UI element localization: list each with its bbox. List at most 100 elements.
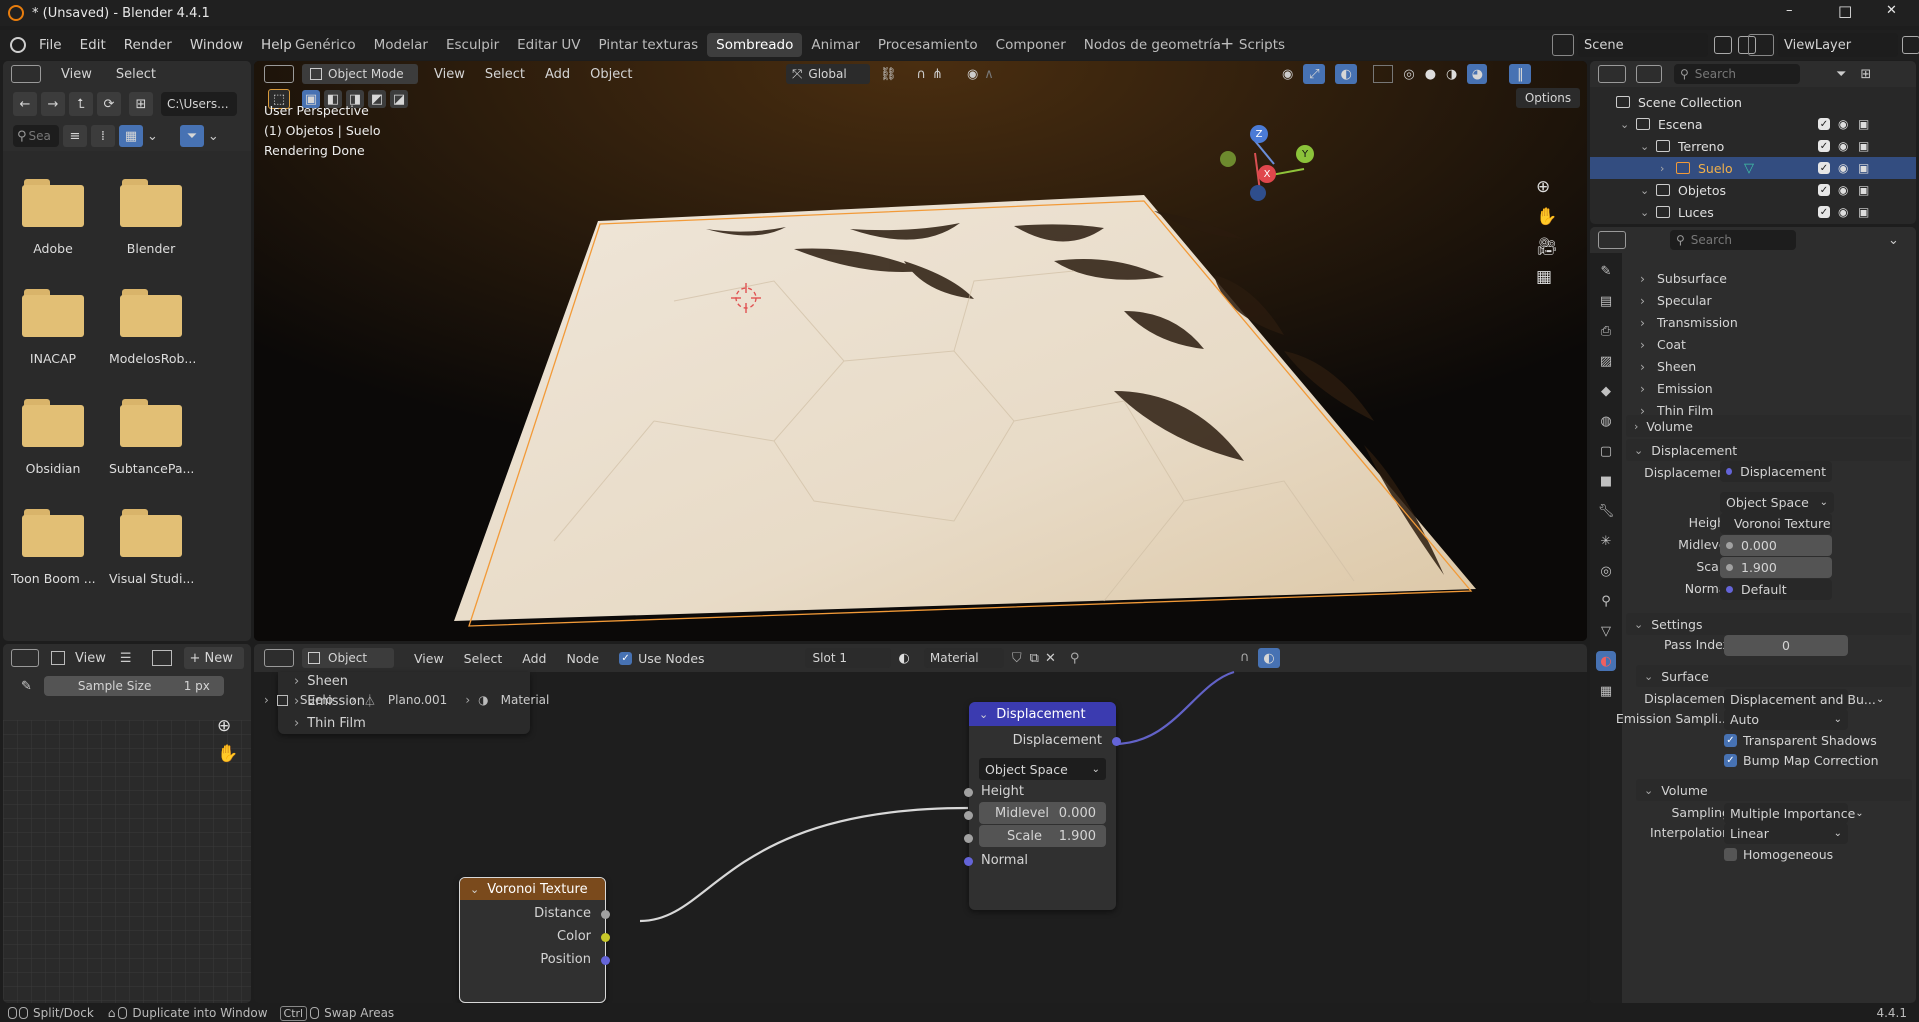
- viewport-menu-add[interactable]: Add: [545, 67, 570, 82]
- slot-dropdown[interactable]: Slot 1: [804, 648, 891, 668]
- checkbox[interactable]: ✓: [1724, 733, 1737, 747]
- scale-field[interactable]: Scale 1.900: [979, 825, 1106, 847]
- popup-item-sheen[interactable]: › Sheen: [294, 672, 348, 690]
- folder-item[interactable]: Obsidian: [11, 399, 95, 499]
- normal-input-socket[interactable]: [964, 857, 973, 866]
- properties-tab-modifiers-icon[interactable]: 🔧︎: [1596, 501, 1616, 521]
- node-menu-node[interactable]: Node: [566, 651, 599, 666]
- filebrowser-menu-view[interactable]: View: [61, 67, 92, 82]
- editor-type-icon[interactable]: [11, 649, 39, 667]
- duplicate-material-icon[interactable]: ⧉: [1030, 651, 1039, 666]
- panel-volume[interactable]: › Volume: [1626, 415, 1912, 437]
- folder-item[interactable]: INACAP: [11, 289, 95, 389]
- perspective-grid-icon[interactable]: ▦: [1536, 267, 1558, 287]
- shader-node-editor[interactable]: Object View Select Add Node ✓ Use Nodes …: [254, 644, 1587, 1003]
- gizmo-icon[interactable]: ⤢: [1303, 64, 1326, 84]
- exclude-checkbox[interactable]: ✓: [1818, 162, 1830, 174]
- panel-settings[interactable]: ⌄ Settings: [1626, 613, 1912, 635]
- properties-tab-scene-icon[interactable]: ◆: [1596, 381, 1616, 401]
- properties-tab-view-layer-icon[interactable]: ▨: [1596, 351, 1616, 371]
- properties-tab-material-icon[interactable]: ◐: [1596, 651, 1616, 671]
- properties-search[interactable]: ⚲ Search: [1670, 230, 1796, 250]
- folder-item[interactable]: ModelosRob...: [109, 289, 196, 389]
- expand-arrow-icon[interactable]: ⌄: [1640, 140, 1649, 153]
- scene-selector[interactable]: Scene: [1578, 33, 1708, 57]
- exclude-checkbox[interactable]: ✓: [1818, 140, 1830, 152]
- filebrowser-search[interactable]: ⚲ Sea: [13, 125, 59, 147]
- options-dropdown[interactable]: Options: [1516, 88, 1580, 108]
- visibility-icon[interactable]: ◉: [1282, 67, 1293, 82]
- workspace-tab-3[interactable]: Editar UV: [508, 33, 589, 57]
- node-menu-add[interactable]: Add: [522, 651, 546, 666]
- filter-icon[interactable]: ⏷: [1836, 67, 1846, 82]
- workspace-tab-6[interactable]: Animar: [802, 33, 869, 57]
- pin-icon[interactable]: ⚲: [1070, 651, 1080, 666]
- pan-hand-icon[interactable]: ✋: [217, 744, 238, 764]
- expand-arrow-icon[interactable]: ⌄: [1640, 206, 1649, 219]
- navigation-gizmo[interactable]: Z Y X: [1220, 125, 1330, 205]
- filebrowser-menu-select[interactable]: Select: [116, 67, 156, 82]
- properties-tab-data-icon[interactable]: ▽: [1596, 621, 1616, 641]
- distance-output-socket[interactable]: [601, 910, 610, 919]
- folder-item[interactable]: Blender: [109, 179, 193, 279]
- outliner-search[interactable]: ⚲ Search: [1674, 64, 1800, 84]
- workspace-tab-4[interactable]: Pintar texturas: [590, 33, 708, 57]
- breadcrumb-expand-icon[interactable]: ›: [264, 693, 269, 707]
- expand-arrow-icon[interactable]: ›: [1660, 162, 1664, 175]
- expand-arrow-icon[interactable]: ⌄: [1640, 184, 1649, 197]
- subpanel-coat[interactable]: › Coat: [1626, 333, 1912, 355]
- color-output-socket[interactable]: [601, 933, 610, 942]
- viewlayer-icon[interactable]: [1748, 34, 1774, 56]
- collapse-node-icon[interactable]: ⌄: [979, 708, 988, 721]
- select-box-intersect-icon[interactable]: ◪: [390, 90, 408, 108]
- eye-icon[interactable]: ◉: [1838, 183, 1848, 197]
- camera-icon[interactable]: ▣: [1858, 139, 1869, 153]
- workspace-tab-5[interactable]: Sombreado: [707, 33, 803, 57]
- height-socket-field[interactable]: Voronoi Texture: [1720, 513, 1832, 534]
- path-field[interactable]: C:\Users...: [161, 92, 237, 116]
- viewport-menu-view[interactable]: View: [434, 67, 465, 82]
- outliner-row[interactable]: › Suelo ✓ ◉ ▣ ▽: [1590, 157, 1916, 179]
- material-shading-icon[interactable]: ◑: [1446, 67, 1457, 82]
- editor-type-icon[interactable]: [1598, 65, 1626, 83]
- midlevel-field[interactable]: 0.000: [1720, 535, 1832, 556]
- panel-settings-volume[interactable]: ⌄ Volume: [1636, 779, 1912, 801]
- snap-node-icon[interactable]: ∩: [1240, 650, 1250, 665]
- properties-tab-texture-icon[interactable]: ▦: [1596, 681, 1616, 701]
- imageeditor-menu-view[interactable]: View: [75, 651, 106, 666]
- subpanel-transmission[interactable]: › Transmission: [1626, 311, 1912, 333]
- camera-icon[interactable]: ▣: [1858, 117, 1869, 131]
- object-mode-dropdown[interactable]: Object Mode: [302, 64, 418, 84]
- properties-tab-render-icon[interactable]: ▤: [1596, 291, 1616, 311]
- eye-icon[interactable]: ◉: [1838, 161, 1848, 175]
- blender-menu-icon[interactable]: [10, 37, 26, 53]
- zoom-icon[interactable]: ⊕: [1536, 177, 1558, 197]
- properties-tab-world-icon[interactable]: ◍: [1596, 411, 1616, 431]
- workspace-tab-1[interactable]: Modelar: [365, 33, 437, 57]
- sampling-dropdown[interactable]: Multiple Importance ⌄: [1724, 803, 1864, 824]
- back-icon[interactable]: ←: [13, 92, 37, 116]
- shader-type-dropdown[interactable]: Object: [302, 648, 394, 668]
- interpolation-dropdown[interactable]: Linear ⌄: [1724, 823, 1848, 844]
- sample-tool-icon[interactable]: ✎: [21, 679, 32, 694]
- node-menu-view[interactable]: View: [414, 651, 444, 666]
- menu-window[interactable]: Window: [181, 37, 252, 53]
- editor-type-icon[interactable]: [264, 649, 294, 667]
- scale-field[interactable]: 1.900: [1720, 557, 1832, 578]
- workspace-tab-10[interactable]: Scripts: [1230, 33, 1294, 57]
- transparent-shadows-checkbox[interactable]: ✓ Transparent Shadows: [1724, 731, 1877, 749]
- eye-icon[interactable]: ◉: [1838, 117, 1848, 131]
- snap-icon[interactable]: ∩: [917, 67, 927, 82]
- displacement-output-socket[interactable]: [1112, 737, 1121, 746]
- camera-icon[interactable]: ▣: [1858, 205, 1869, 219]
- subpanel-sheen[interactable]: › Sheen: [1626, 355, 1912, 377]
- voronoi-texture-node[interactable]: ⌄ Voronoi Texture Distance Color Positio…: [459, 877, 610, 1003]
- folder-item[interactable]: SubtancePa...: [109, 399, 194, 499]
- image-grid[interactable]: [3, 720, 251, 1003]
- viewport-menu-select[interactable]: Select: [485, 67, 525, 82]
- workspace-tab-7[interactable]: Procesamiento: [869, 33, 987, 57]
- transform-orientation-dropdown[interactable]: ⤧ Global: [786, 64, 870, 84]
- scene-icon[interactable]: [1552, 34, 1574, 56]
- minimize-button[interactable]: –: [1786, 3, 1793, 18]
- editor-type-icon[interactable]: [11, 65, 41, 83]
